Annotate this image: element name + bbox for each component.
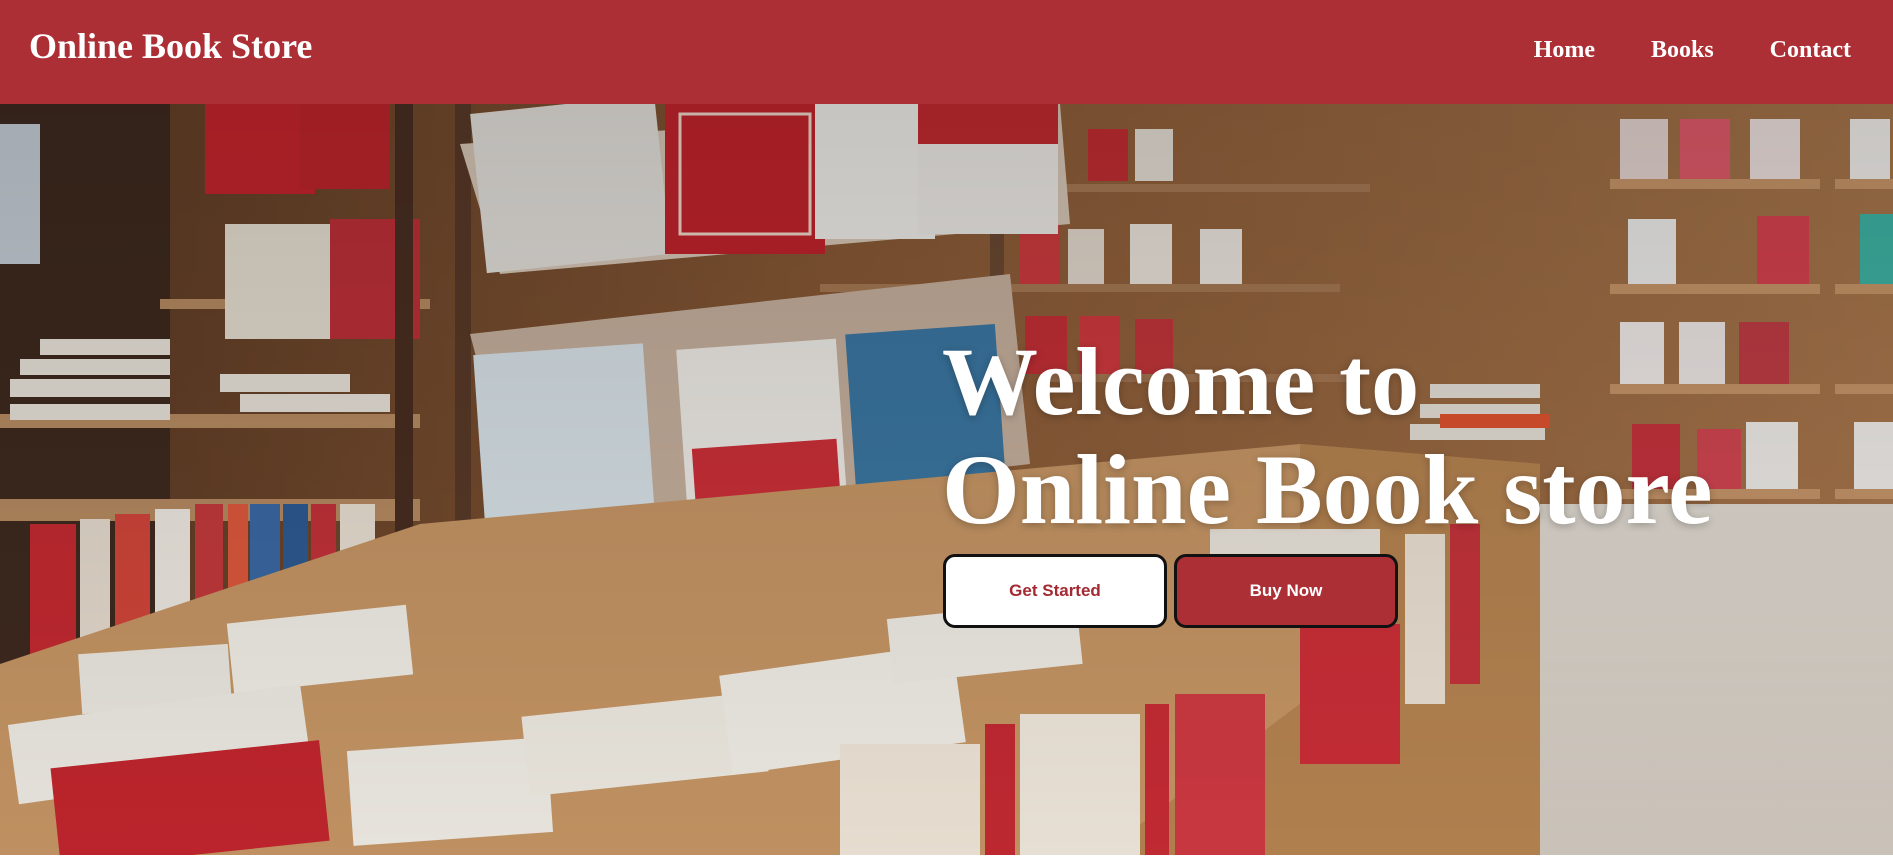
hero-title: Welcome to Online Book store: [942, 330, 1712, 546]
buy-now-button[interactable]: Buy Now: [1174, 554, 1398, 628]
get-started-button[interactable]: Get Started: [943, 554, 1167, 628]
nav-link-home[interactable]: Home: [1534, 34, 1595, 66]
main-nav: Home Books Contact: [1478, 34, 1851, 66]
hero-title-line2: Online Book store: [942, 434, 1713, 545]
page-bottom-strip: [0, 855, 1893, 861]
hero-title-line1: Welcome to: [942, 328, 1420, 435]
site-brand[interactable]: Online Book Store: [29, 22, 312, 70]
nav-link-books[interactable]: Books: [1651, 34, 1714, 66]
navbar: Online Book Store Home Books Contact: [0, 0, 1893, 104]
nav-link-contact[interactable]: Contact: [1770, 34, 1851, 66]
